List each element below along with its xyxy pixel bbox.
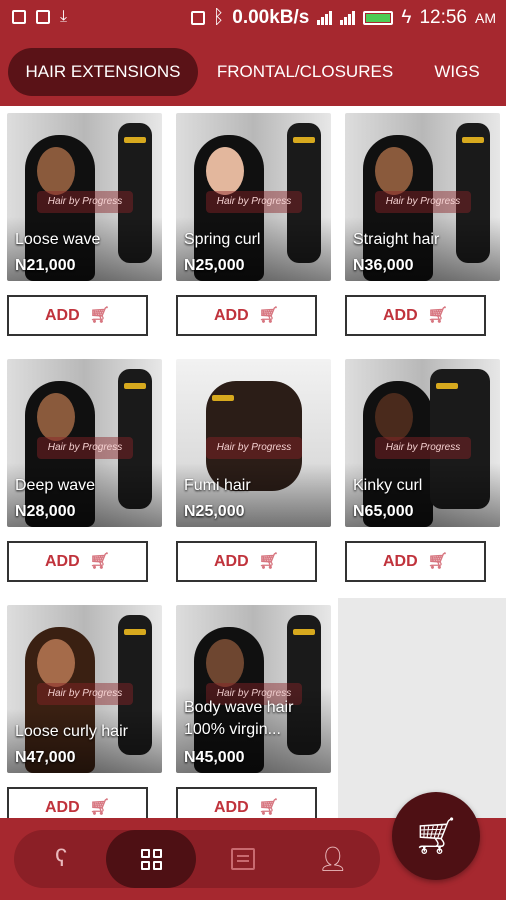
- product-grid: Hair by Progress Loose wave N21,000 ADD 🛒…: [0, 106, 506, 818]
- nav-list[interactable]: [198, 830, 288, 888]
- watermark-logo: Hair by Progress: [37, 191, 133, 213]
- product-image[interactable]: Hair by Progress Fumi hair N25,000: [176, 359, 331, 527]
- tab-wigs[interactable]: WIGS: [424, 48, 490, 96]
- model-face: [37, 639, 75, 687]
- tab-frontal-closures[interactable]: FRONTAL/CLOSURES: [214, 48, 396, 96]
- product-image[interactable]: Hair by Progress Body wave hair 100% vir…: [176, 605, 331, 773]
- product-name: Body wave hair 100% virgin...: [184, 699, 294, 738]
- cart-icon: 🛒︎: [427, 553, 448, 570]
- product-price: N25,000: [184, 257, 245, 274]
- model-face: [37, 147, 75, 195]
- product-image[interactable]: Hair by Progress Kinky curl N65,000: [345, 359, 500, 527]
- signal-icon: [317, 11, 333, 25]
- watermark-logo: Hair by Progress: [37, 437, 133, 459]
- cart-icon: 🛒︎: [258, 307, 279, 324]
- tab-hair-extensions[interactable]: HAIR EXTENSIONS: [8, 48, 198, 96]
- add-to-cart-button[interactable]: ADD 🛒︎: [176, 541, 317, 582]
- add-to-cart-button[interactable]: ADD 🛒︎: [7, 787, 148, 818]
- cart-icon: 🛒︎: [89, 799, 110, 816]
- user-icon: 👤︎: [317, 845, 349, 873]
- clock-ampm: AM: [475, 10, 496, 26]
- add-to-cart-button[interactable]: ADD 🛒︎: [176, 787, 317, 818]
- product-price: N21,000: [15, 257, 76, 274]
- grid-icon: [140, 848, 162, 870]
- model-face: [206, 147, 244, 195]
- list-icon: [231, 848, 255, 870]
- watermark-logo: Hair by Progress: [37, 683, 133, 705]
- clock: 12:56: [419, 7, 467, 28]
- watermark-logo: Hair by Progress: [375, 437, 471, 459]
- watermark-logo: Hair by Progress: [206, 437, 302, 459]
- product-card[interactable]: Hair by Progress Spring curl N25,000 ADD…: [169, 106, 338, 352]
- nav-hair-profile[interactable]: ʕ: [16, 830, 106, 888]
- cart-icon: 🛒︎: [89, 307, 110, 324]
- battery-icon: [363, 11, 394, 25]
- product-name: Loose curly hair: [15, 723, 128, 740]
- cart-icon: 🛒︎: [258, 799, 279, 816]
- product-card[interactable]: Hair by Progress Body wave hair 100% vir…: [169, 598, 338, 818]
- product-card[interactable]: Hair by Progress Loose wave N21,000 ADD 🛒…: [0, 106, 169, 352]
- product-image[interactable]: Hair by Progress Loose wave N21,000: [7, 113, 162, 281]
- product-image[interactable]: Hair by Progress Loose curly hair N47,00…: [7, 605, 162, 773]
- add-to-cart-button[interactable]: ADD 🛒︎: [176, 295, 317, 336]
- product-name: Spring curl: [184, 231, 261, 248]
- cart-icon: 🛒︎: [258, 553, 279, 570]
- cart-icon: 🛒︎: [89, 553, 110, 570]
- add-to-cart-button[interactable]: ADD 🛒︎: [345, 295, 486, 336]
- add-to-cart-button[interactable]: ADD 🛒︎: [7, 541, 148, 582]
- signal-icon-2: [340, 11, 356, 25]
- product-name: Kinky curl: [353, 477, 423, 494]
- model-face: [375, 147, 413, 195]
- product-name: Deep wave: [15, 477, 96, 494]
- nav-grid[interactable]: [106, 830, 196, 888]
- product-image[interactable]: Hair by Progress Spring curl N25,000: [176, 113, 331, 281]
- product-price: N65,000: [353, 503, 414, 520]
- model-face: [375, 393, 413, 441]
- product-name: Fumi hair: [184, 477, 251, 494]
- add-to-cart-button[interactable]: ADD 🛒︎: [345, 541, 486, 582]
- product-image[interactable]: Hair by Progress Straight hair N36,000: [345, 113, 500, 281]
- product-card[interactable]: Hair by Progress Straight hair N36,000 A…: [338, 106, 506, 352]
- network-speed: 0.00kB/s: [232, 7, 310, 28]
- sim-icon: [190, 11, 205, 25]
- cart-fab-button[interactable]: 🛒︎: [392, 792, 480, 880]
- product-price: N28,000: [15, 503, 76, 520]
- status-bar: ⤓ ᛒ 0.00kB/s ϟ 12:56 AM: [0, 0, 506, 36]
- product-image[interactable]: Hair by Progress Deep wave N28,000: [7, 359, 162, 527]
- product-card[interactable]: Hair by Progress Loose curly hair N47,00…: [0, 598, 169, 818]
- product-price: N25,000: [184, 503, 245, 520]
- product-price: N36,000: [353, 257, 414, 274]
- category-tabs: HAIR EXTENSIONS FRONTAL/CLOSURES WIGS: [0, 36, 506, 106]
- product-price: N47,000: [15, 749, 76, 766]
- product-card[interactable]: Hair by Progress Fumi hair N25,000 ADD 🛒︎: [169, 352, 338, 598]
- model-face: [206, 639, 244, 687]
- product-name: Loose wave: [15, 231, 101, 248]
- watermark-logo: Hair by Progress: [206, 191, 302, 213]
- hair-profile-icon: ʕ: [55, 845, 67, 872]
- watermark-logo: Hair by Progress: [375, 191, 471, 213]
- charging-icon: ϟ: [401, 7, 412, 28]
- product-price: N45,000: [184, 749, 245, 766]
- product-card[interactable]: Hair by Progress Kinky curl N65,000 ADD 🛒…: [338, 352, 506, 598]
- add-to-cart-button[interactable]: ADD 🛒︎: [7, 295, 148, 336]
- cart-icon: 🛒︎: [427, 307, 448, 324]
- model-face: [37, 393, 75, 441]
- lock-icon: [36, 10, 50, 24]
- product-card[interactable]: Hair by Progress Deep wave N28,000 ADD 🛒︎: [0, 352, 169, 598]
- product-name: Straight hair: [353, 231, 440, 248]
- image-icon: [12, 10, 26, 24]
- bluetooth-icon: ᛒ: [212, 7, 225, 28]
- cart-icon: 🛒︎: [413, 815, 459, 856]
- nav-user[interactable]: 👤︎: [288, 830, 378, 888]
- download-icon: ⤓: [60, 8, 68, 25]
